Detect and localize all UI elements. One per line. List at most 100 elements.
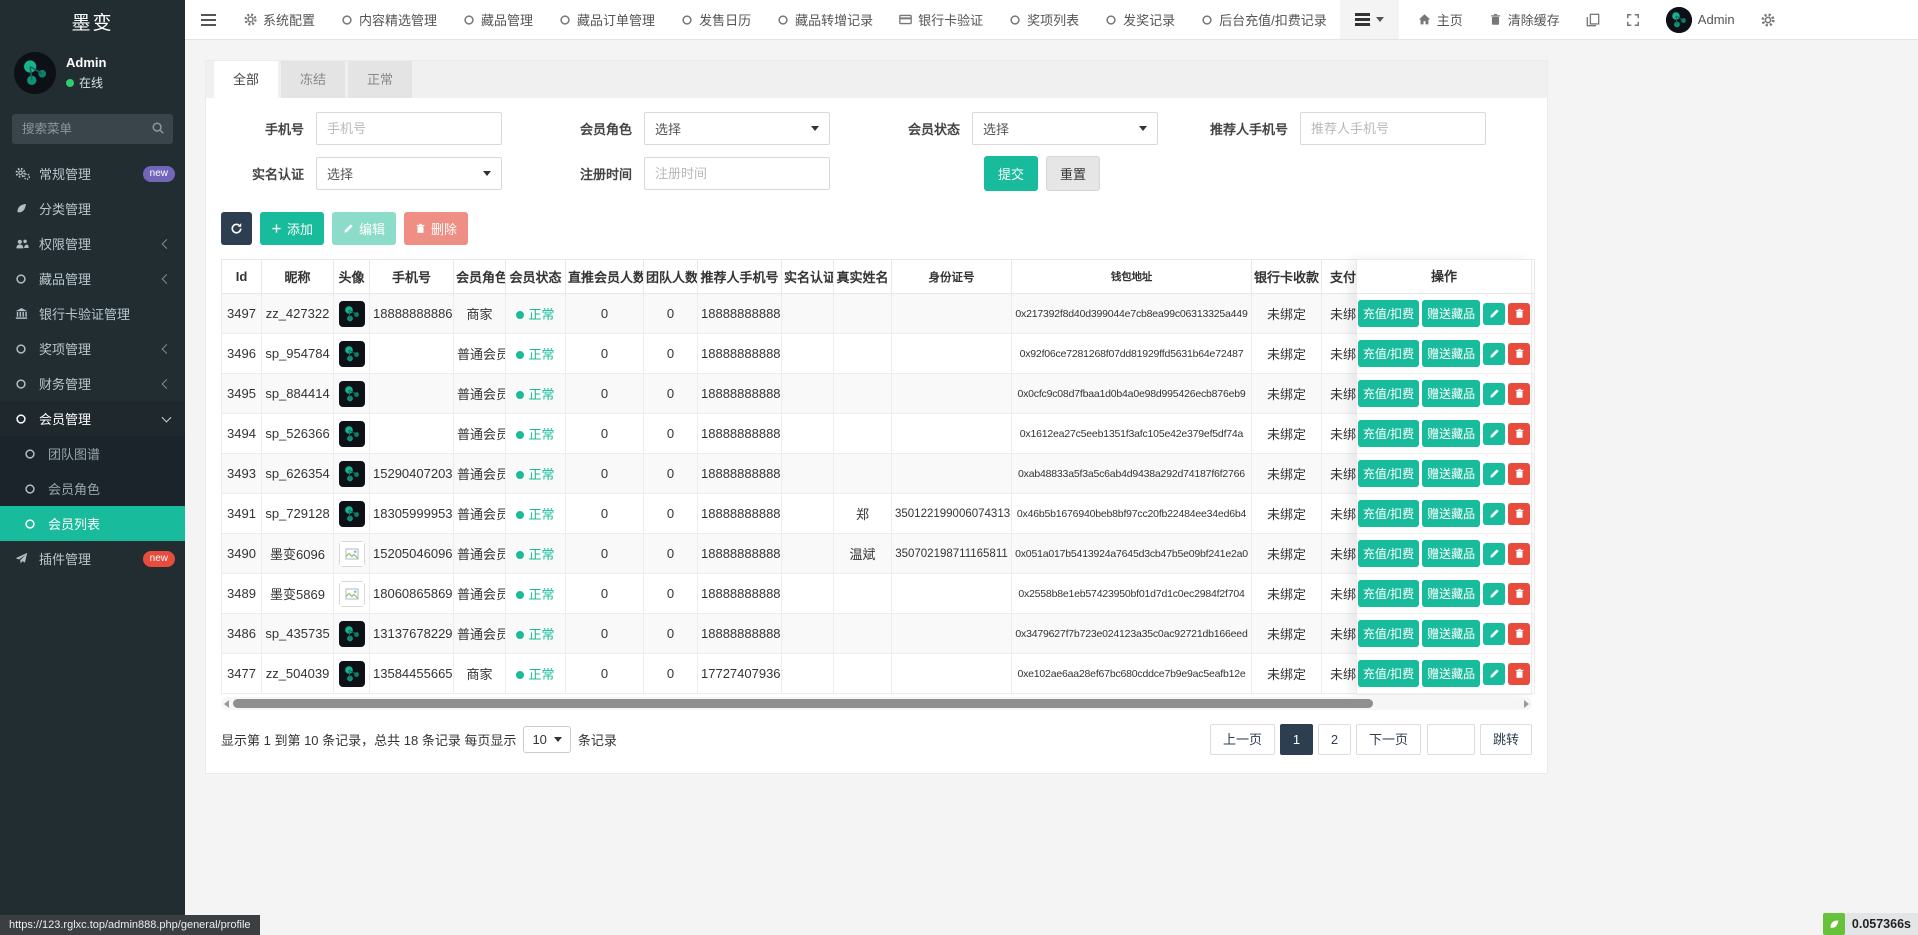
delete-row-button[interactable] — [1508, 583, 1530, 605]
status-select[interactable]: 选择 — [972, 112, 1158, 145]
edit-row-button[interactable] — [1483, 423, 1505, 445]
refresh-button[interactable] — [221, 212, 252, 245]
tab-all[interactable]: 全部 — [214, 61, 278, 98]
sidebar-item-奖项管理[interactable]: 奖项管理 — [0, 331, 185, 366]
topnav-item-系统配置[interactable]: 系统配置 — [231, 0, 328, 39]
sidebar-item-银行卡验证管理[interactable]: 银行卡验证管理 — [0, 296, 185, 331]
edit-row-button[interactable] — [1483, 383, 1505, 405]
delete-row-button[interactable] — [1508, 463, 1530, 485]
edit-row-button[interactable] — [1483, 543, 1505, 565]
sidebar-toggle-button[interactable] — [185, 0, 231, 39]
prev-page-button[interactable]: 上一页 — [1210, 724, 1275, 755]
edit-button[interactable]: 编辑 — [332, 212, 396, 245]
scroll-right-arrow-icon[interactable] — [1524, 700, 1529, 708]
topnav-item-银行卡验证[interactable]: 银行卡验证 — [886, 0, 996, 39]
edit-row-button[interactable] — [1483, 623, 1505, 645]
topnav-item-藏品转增记录[interactable]: 藏品转增记录 — [764, 0, 886, 39]
edit-row-button[interactable] — [1483, 503, 1505, 525]
page-size-select[interactable]: 10 — [523, 726, 570, 753]
settings-button[interactable] — [1748, 0, 1788, 39]
submit-button[interactable]: 提交 — [984, 156, 1038, 191]
more-menus-dropdown[interactable] — [1340, 0, 1399, 39]
sidebar-item-会员管理[interactable]: 会员管理 — [0, 401, 185, 436]
recharge-button[interactable]: 充值/扣费 — [1358, 420, 1419, 447]
gift-collection-button[interactable]: 赠送藏品 — [1422, 580, 1480, 607]
sidebar-item-常规管理[interactable]: 常规管理new — [0, 156, 185, 191]
sidebar-item-团队图谱[interactable]: 团队图谱 — [0, 436, 185, 471]
edit-row-button[interactable] — [1483, 583, 1505, 605]
recharge-button[interactable]: 充值/扣费 — [1358, 460, 1419, 487]
sidebar-item-会员列表[interactable]: 会员列表 — [0, 506, 185, 541]
referrer-filter-input[interactable] — [1300, 112, 1486, 145]
reset-button[interactable]: 重置 — [1046, 156, 1100, 191]
edit-row-button[interactable] — [1483, 463, 1505, 485]
delete-button[interactable]: 删除 — [404, 212, 468, 245]
page-1-button[interactable]: 1 — [1280, 724, 1313, 755]
delete-row-button[interactable] — [1508, 303, 1530, 325]
topnav-item-发奖记录[interactable]: 发奖记录 — [1092, 0, 1188, 39]
brand-logo[interactable]: 墨变 — [0, 0, 185, 42]
auth-select[interactable]: 选择 — [316, 157, 502, 190]
recharge-button[interactable]: 充值/扣费 — [1358, 620, 1419, 647]
gift-collection-button[interactable]: 赠送藏品 — [1422, 420, 1480, 447]
topnav-item-奖项列表[interactable]: 奖项列表 — [996, 0, 1092, 39]
gift-collection-button[interactable]: 赠送藏品 — [1422, 500, 1480, 527]
edit-row-button[interactable] — [1483, 663, 1505, 685]
delete-row-button[interactable] — [1508, 543, 1530, 565]
edit-row-button[interactable] — [1483, 343, 1505, 365]
page-2-button[interactable]: 2 — [1318, 724, 1351, 755]
tab-normal[interactable]: 正常 — [348, 61, 412, 98]
delete-row-button[interactable] — [1508, 383, 1530, 405]
table-row[interactable]: 3493sp_62635415290407203普通会员正常0018888888… — [222, 454, 1535, 494]
table-row[interactable]: 3491sp_72912818305999953普通会员正常0018888888… — [222, 494, 1535, 534]
clear-cache-button[interactable]: 清除缓存 — [1476, 0, 1573, 39]
phone-filter-input[interactable] — [316, 112, 502, 145]
home-button[interactable]: 主页 — [1405, 0, 1476, 39]
recharge-button[interactable]: 充值/扣费 — [1358, 500, 1419, 527]
sidebar-item-插件管理[interactable]: 插件管理new — [0, 541, 185, 576]
gift-collection-button[interactable]: 赠送藏品 — [1422, 540, 1480, 567]
table-row[interactable]: 3477zz_50403913584455665商家正常001772740793… — [222, 654, 1535, 694]
delete-row-button[interactable] — [1508, 623, 1530, 645]
table-row[interactable]: 3494sp_526366普通会员正常00188888888880x1612ea… — [222, 414, 1535, 454]
table-row[interactable]: 3497zz_42732218888888886商家正常001888888888… — [222, 294, 1535, 334]
table-row[interactable]: 3490墨变609615205046096普通会员正常0018888888888… — [222, 534, 1535, 574]
gift-collection-button[interactable]: 赠送藏品 — [1422, 660, 1480, 687]
gift-collection-button[interactable]: 赠送藏品 — [1422, 300, 1480, 327]
add-button[interactable]: 添加 — [260, 212, 324, 245]
jump-button[interactable]: 跳转 — [1480, 724, 1532, 755]
topnav-item-发售日历[interactable]: 发售日历 — [668, 0, 764, 39]
table-row[interactable]: 3496sp_954784普通会员正常00188888888880x92f06c… — [222, 334, 1535, 374]
scroll-left-arrow-icon[interactable] — [224, 700, 229, 708]
table-row[interactable]: 3495sp_884414普通会员正常00188888888880x0cfc9c… — [222, 374, 1535, 414]
menu-search-input[interactable] — [12, 114, 173, 144]
delete-row-button[interactable] — [1508, 503, 1530, 525]
regtime-filter-input[interactable] — [644, 157, 830, 190]
recharge-button[interactable]: 充值/扣费 — [1358, 660, 1419, 687]
recharge-button[interactable]: 充值/扣费 — [1358, 300, 1419, 327]
table-row[interactable]: 3486sp_43573513137678229普通会员正常0018888888… — [222, 614, 1535, 654]
jump-page-input[interactable] — [1427, 724, 1475, 755]
table-row[interactable]: 3489墨变586918060865869普通会员正常0018888888888… — [222, 574, 1535, 614]
topnav-item-藏品订单管理[interactable]: 藏品订单管理 — [546, 0, 668, 39]
recharge-button[interactable]: 充值/扣费 — [1358, 340, 1419, 367]
sidebar-item-财务管理[interactable]: 财务管理 — [0, 366, 185, 401]
refresh-page-button[interactable] — [1573, 0, 1613, 39]
topnav-item-后台充值/扣费记录[interactable]: 后台充值/扣费记录 — [1188, 0, 1340, 39]
tab-frozen[interactable]: 冻结 — [281, 61, 345, 98]
topnav-item-藏品管理[interactable]: 藏品管理 — [450, 0, 546, 39]
gift-collection-button[interactable]: 赠送藏品 — [1422, 340, 1480, 367]
edit-row-button[interactable] — [1483, 303, 1505, 325]
horizontal-scrollbar[interactable] — [221, 697, 1532, 710]
delete-row-button[interactable] — [1508, 663, 1530, 685]
recharge-button[interactable]: 充值/扣费 — [1358, 540, 1419, 567]
fullscreen-button[interactable] — [1613, 0, 1653, 39]
delete-row-button[interactable] — [1508, 343, 1530, 365]
sidebar-item-分类管理[interactable]: 分类管理 — [0, 191, 185, 226]
sidebar-item-藏品管理[interactable]: 藏品管理 — [0, 261, 185, 296]
role-select[interactable]: 选择 — [644, 112, 830, 145]
gift-collection-button[interactable]: 赠送藏品 — [1422, 380, 1480, 407]
recharge-button[interactable]: 充值/扣费 — [1358, 580, 1419, 607]
sidebar-item-权限管理[interactable]: 权限管理 — [0, 226, 185, 261]
next-page-button[interactable]: 下一页 — [1356, 724, 1421, 755]
